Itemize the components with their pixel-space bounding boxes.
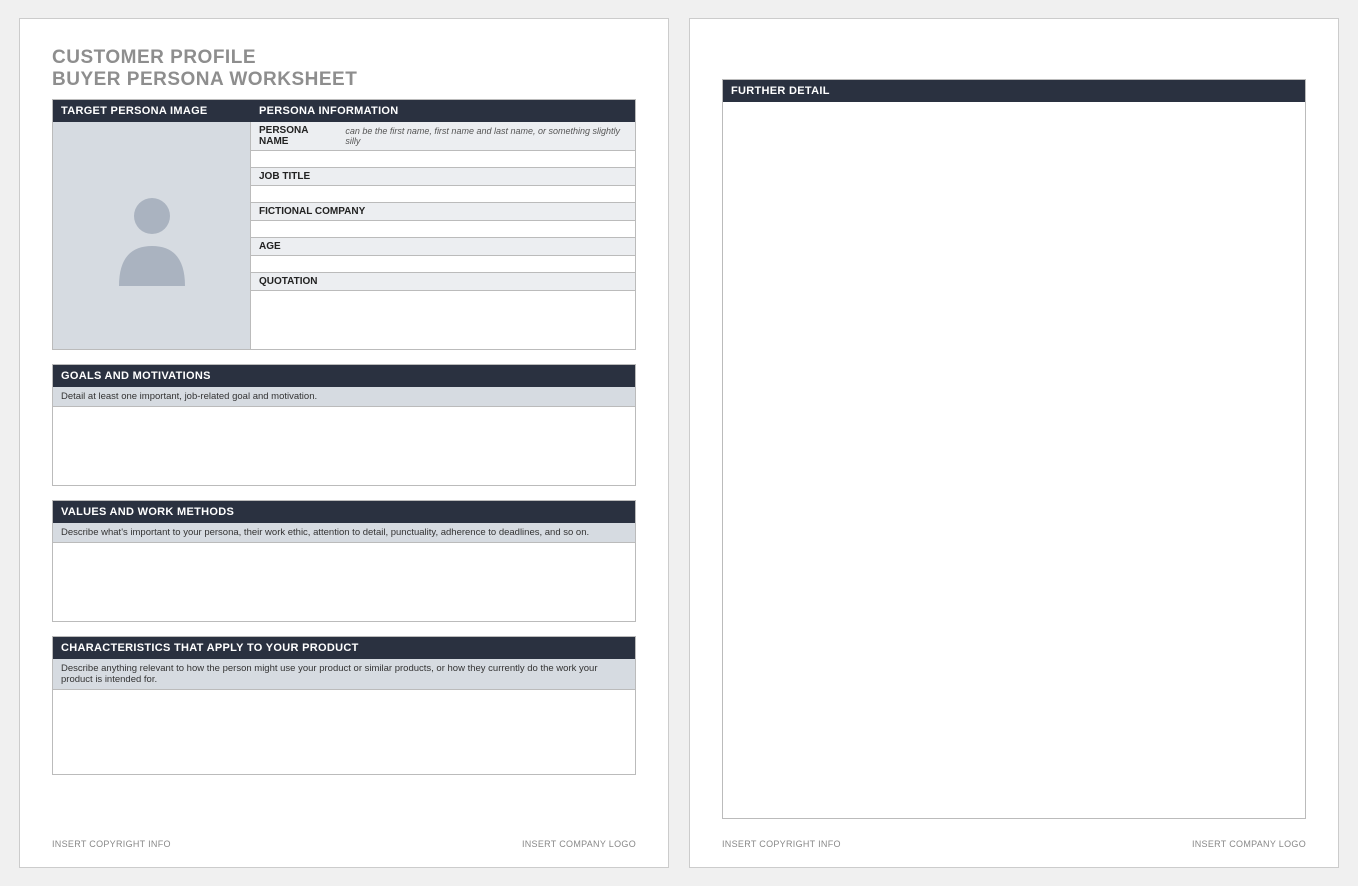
characteristics-header: CHARACTERISTICS THAT APPLY TO YOUR PRODU… <box>53 637 635 659</box>
persona-name-field: PERSONA NAME can be the first name, firs… <box>251 122 635 168</box>
company-logo-placeholder: INSERT COMPANY LOGO <box>1192 839 1306 849</box>
persona-top-section: TARGET PERSONA IMAGE PERSONA INFORMATION… <box>52 99 636 350</box>
quotation-input[interactable] <box>251 291 635 349</box>
age-label: AGE <box>259 241 281 252</box>
fictional-company-field: FICTIONAL COMPANY <box>251 203 635 238</box>
goals-hint: Detail at least one important, job-relat… <box>53 387 635 407</box>
further-detail-section: FURTHER DETAIL <box>722 79 1306 819</box>
persona-name-label: PERSONA NAME <box>259 125 337 147</box>
age-label-row: AGE <box>251 238 635 256</box>
page-1-footer: INSERT COPYRIGHT INFO INSERT COMPANY LOG… <box>52 833 636 849</box>
job-title-label: JOB TITLE <box>259 171 310 182</box>
quotation-label: QUOTATION <box>259 276 318 287</box>
persona-top-row: TARGET PERSONA IMAGE PERSONA INFORMATION… <box>52 99 636 349</box>
copyright-placeholder: INSERT COPYRIGHT INFO <box>52 839 171 849</box>
persona-name-input[interactable] <box>251 151 635 167</box>
target-image-header: TARGET PERSONA IMAGE <box>53 100 251 122</box>
quotation-field: QUOTATION <box>251 273 635 349</box>
persona-image-placeholder[interactable] <box>53 122 251 349</box>
user-silhouette-icon <box>107 186 197 286</box>
further-detail-input[interactable] <box>723 102 1305 818</box>
fictional-company-input[interactable] <box>251 221 635 237</box>
job-title-input[interactable] <box>251 186 635 202</box>
characteristics-hint: Describe anything relevant to how the pe… <box>53 659 635 690</box>
values-input[interactable] <box>53 543 635 621</box>
characteristics-input[interactable] <box>53 690 635 774</box>
values-section: VALUES AND WORK METHODS Describe what's … <box>52 500 636 622</box>
document-title: CUSTOMER PROFILE BUYER PERSONA WORKSHEET <box>52 47 636 91</box>
page-1: CUSTOMER PROFILE BUYER PERSONA WORKSHEET… <box>19 18 669 868</box>
characteristics-section: CHARACTERISTICS THAT APPLY TO YOUR PRODU… <box>52 636 636 775</box>
goals-header: GOALS AND MOTIVATIONS <box>53 365 635 387</box>
persona-info-header: PERSONA INFORMATION <box>251 100 635 122</box>
values-header: VALUES AND WORK METHODS <box>53 501 635 523</box>
target-image-column: TARGET PERSONA IMAGE <box>53 100 251 349</box>
age-input[interactable] <box>251 256 635 272</box>
job-title-field: JOB TITLE <box>251 168 635 203</box>
page-2-footer: INSERT COPYRIGHT INFO INSERT COMPANY LOG… <box>722 833 1306 849</box>
company-logo-placeholder: INSERT COMPANY LOGO <box>522 839 636 849</box>
age-field: AGE <box>251 238 635 273</box>
values-hint: Describe what's important to your person… <box>53 523 635 543</box>
title-line-2: BUYER PERSONA WORKSHEET <box>52 69 636 91</box>
page-2: FURTHER DETAIL INSERT COPYRIGHT INFO INS… <box>689 18 1339 868</box>
persona-info-column: PERSONA INFORMATION PERSONA NAME can be … <box>251 100 635 349</box>
page-2-content: FURTHER DETAIL INSERT COPYRIGHT INFO INS… <box>722 47 1306 849</box>
fictional-company-label-row: FICTIONAL COMPANY <box>251 203 635 221</box>
persona-name-hint: can be the first name, first name and la… <box>345 126 627 146</box>
page-1-content: CUSTOMER PROFILE BUYER PERSONA WORKSHEET… <box>52 47 636 849</box>
goals-input[interactable] <box>53 407 635 485</box>
quotation-label-row: QUOTATION <box>251 273 635 291</box>
fictional-company-label: FICTIONAL COMPANY <box>259 206 365 217</box>
job-title-label-row: JOB TITLE <box>251 168 635 186</box>
goals-section: GOALS AND MOTIVATIONS Detail at least on… <box>52 364 636 486</box>
copyright-placeholder: INSERT COPYRIGHT INFO <box>722 839 841 849</box>
persona-name-label-row: PERSONA NAME can be the first name, firs… <box>251 122 635 151</box>
further-detail-header: FURTHER DETAIL <box>723 80 1305 102</box>
title-line-1: CUSTOMER PROFILE <box>52 47 636 69</box>
